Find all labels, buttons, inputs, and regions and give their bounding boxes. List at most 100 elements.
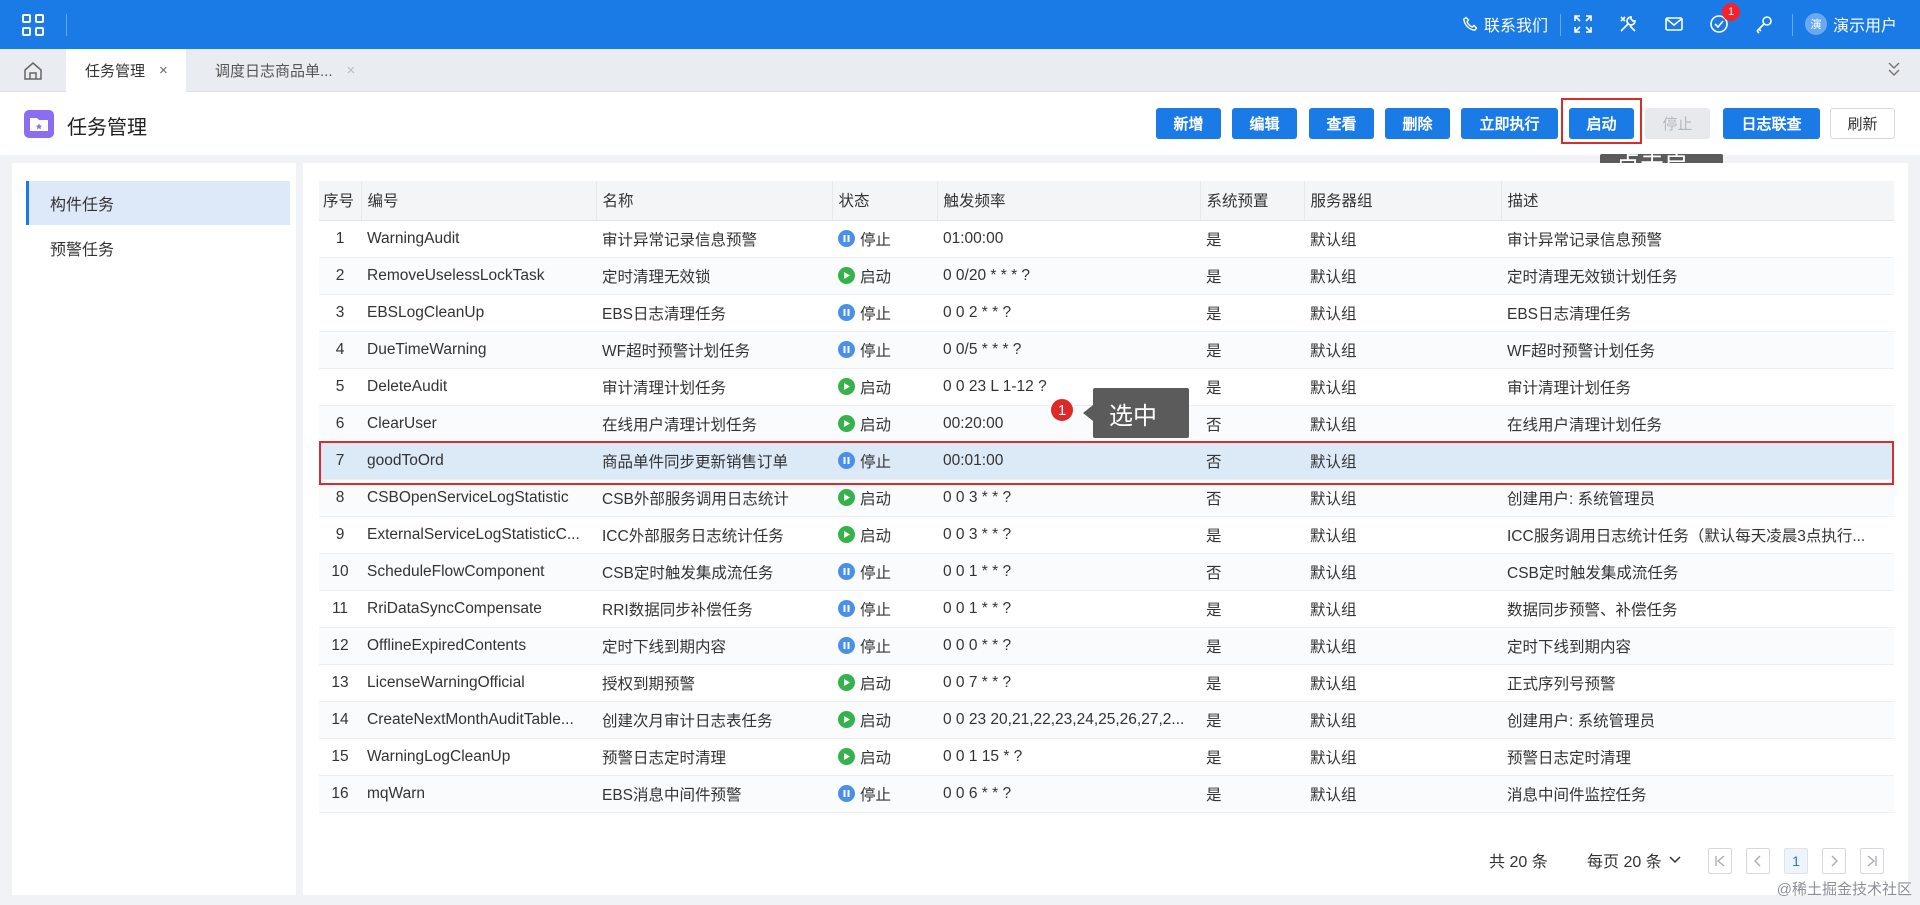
cell-name: 定时下线到期内容 bbox=[596, 627, 832, 665]
cell-code: RriDataSyncCompensate bbox=[361, 590, 596, 628]
user-menu[interactable]: 演 演示用户 bbox=[1805, 12, 1897, 36]
cell-preset: 是 bbox=[1200, 220, 1304, 258]
close-icon[interactable]: × bbox=[347, 62, 356, 79]
view-button[interactable]: 查看 bbox=[1309, 108, 1374, 139]
table-row[interactable]: 16 mqWarn EBS消息中间件预警 停止 0 0 6 * * ? 是默认组 消息中间件… bbox=[319, 775, 1894, 813]
table-row[interactable]: 10 ScheduleFlowComponent CSB定时触发集成流任务 停止 0 0… bbox=[319, 553, 1894, 591]
cell-status: 停止 bbox=[832, 294, 937, 332]
pause-icon bbox=[838, 563, 855, 580]
divider bbox=[1560, 14, 1561, 36]
column-header[interactable]: 服务器组 bbox=[1304, 181, 1502, 221]
top-bar: 联系我们 1 演 演示用户 bbox=[0, 0, 1920, 49]
add-button[interactable]: 新增 bbox=[1156, 108, 1221, 139]
cell-status: 启动 bbox=[832, 405, 937, 443]
log-query-button[interactable]: 日志联查 bbox=[1723, 108, 1820, 139]
table-row[interactable]: 2 RemoveUselessLockTask 定时清理无效锁 启动 0 0/20 * … bbox=[319, 257, 1894, 295]
prev-page-button[interactable] bbox=[1746, 848, 1770, 874]
cell-code: WarningAudit bbox=[361, 220, 596, 258]
cell-status: 启动 bbox=[832, 368, 937, 406]
cell-code: OfflineExpiredContents bbox=[361, 627, 596, 665]
chevron-down-icon bbox=[1669, 856, 1681, 864]
page-size-select[interactable]: 每页 20 条 bbox=[1587, 848, 1682, 872]
refresh-button[interactable]: 刷新 bbox=[1830, 108, 1895, 139]
column-header[interactable]: 触发频率 bbox=[937, 181, 1201, 221]
sidebar-item-component-tasks[interactable]: 构件任务 bbox=[26, 181, 290, 225]
page-number-button[interactable]: 1 bbox=[1784, 848, 1808, 874]
column-header[interactable]: 名称 bbox=[596, 181, 833, 221]
cell-group: 默认组 bbox=[1304, 738, 1501, 776]
cell-code: CreateNextMonthAuditTable... bbox=[361, 701, 596, 739]
key-icon[interactable] bbox=[1753, 13, 1775, 35]
cell-seq: 4 bbox=[319, 331, 361, 369]
cell-status: 启动 bbox=[832, 664, 937, 702]
status-indicator: 启动 bbox=[838, 265, 891, 287]
run-now-button[interactable]: 立即执行 bbox=[1461, 108, 1558, 139]
table-row[interactable]: 1 WarningAudit 审计异常记录信息预警 停止 01:00:00 是默认组 审计异… bbox=[319, 220, 1894, 258]
column-header[interactable]: 系统预置 bbox=[1200, 181, 1305, 221]
phone-icon bbox=[1463, 16, 1478, 31]
status-indicator: 停止 bbox=[838, 598, 891, 620]
column-header[interactable]: 编号 bbox=[361, 181, 597, 221]
cell-seq: 2 bbox=[319, 257, 361, 295]
table-row[interactable]: 14 CreateNextMonthAuditTable... 创建次月审计日志表任… bbox=[319, 701, 1894, 739]
stop-button[interactable]: 停止 bbox=[1645, 108, 1710, 139]
cell-name: CSB外部服务调用日志统计 bbox=[596, 479, 832, 517]
tools-icon[interactable] bbox=[1617, 13, 1639, 35]
next-page-button[interactable] bbox=[1822, 848, 1846, 874]
column-header[interactable]: 描述 bbox=[1501, 181, 1894, 221]
table-row[interactable]: 13 LicenseWarningOfficial 授权到期预警 启动 0 0 7 * … bbox=[319, 664, 1894, 702]
notification-badge: 1 bbox=[1722, 3, 1740, 21]
table-row[interactable]: 15 WarningLogCleanUp 预警日志定时清理 启动 0 0 1 15 * … bbox=[319, 738, 1894, 776]
cell-freq: 0 0 0 * * ? bbox=[937, 627, 1200, 665]
status-indicator: 启动 bbox=[838, 376, 891, 398]
column-header[interactable]: 序号 bbox=[319, 181, 362, 221]
cell-seq: 10 bbox=[319, 553, 361, 591]
tab-label: 任务管理 bbox=[85, 63, 146, 80]
cell-name: 预警日志定时清理 bbox=[596, 738, 832, 776]
cell-seq: 8 bbox=[319, 479, 361, 517]
table-row[interactable]: 12 OfflineExpiredContents 定时下线到期内容 停止 0 0 0 … bbox=[319, 627, 1894, 665]
first-page-icon bbox=[1715, 855, 1725, 867]
cell-desc: 数据同步预警、补偿任务 bbox=[1501, 590, 1894, 628]
delete-button[interactable]: 删除 bbox=[1385, 108, 1450, 139]
first-page-button[interactable] bbox=[1708, 848, 1732, 874]
close-icon[interactable]: × bbox=[159, 62, 168, 79]
cell-freq: 01:00:00 bbox=[937, 220, 1200, 258]
cell-status: 停止 bbox=[832, 220, 937, 258]
cell-desc bbox=[1501, 442, 1894, 480]
cell-preset: 是 bbox=[1200, 294, 1304, 332]
play-icon bbox=[838, 711, 855, 728]
table-row[interactable]: 9 ExternalServiceLogStatisticC... ICC外部服务日… bbox=[319, 516, 1894, 554]
tab-schedule-log[interactable]: 调度日志商品单... × bbox=[196, 49, 396, 92]
table-row[interactable]: 8 CSBOpenServiceLogStatistic CSB外部服务调用日志统计… bbox=[319, 479, 1894, 517]
table-row[interactable]: 3 EBSLogCleanUp EBS日志清理任务 停止 0 0 2 * * ? 是默认组… bbox=[319, 294, 1894, 332]
table-row[interactable]: 11 RriDataSyncCompensate RRI数据同步补偿任务 停止 0 0 … bbox=[319, 590, 1894, 628]
cell-freq: 0 0 7 * * ? bbox=[937, 664, 1200, 702]
play-icon bbox=[838, 748, 855, 765]
cell-group: 默认组 bbox=[1304, 257, 1501, 295]
mail-icon[interactable] bbox=[1663, 13, 1685, 35]
cell-name: 审计清理计划任务 bbox=[596, 368, 832, 406]
table-row[interactable]: 4 DueTimeWarning WF超时预警计划任务 停止 0 0/5 * * * ?… bbox=[319, 331, 1894, 369]
play-icon bbox=[838, 489, 855, 506]
status-label: 启动 bbox=[860, 268, 892, 286]
column-header[interactable]: 状态 bbox=[832, 181, 938, 221]
cell-preset: 否 bbox=[1200, 442, 1304, 480]
cell-preset: 是 bbox=[1200, 701, 1304, 739]
cell-name: 授权到期预警 bbox=[596, 664, 832, 702]
cell-freq: 0 0 1 * * ? bbox=[937, 590, 1200, 628]
fullscreen-icon[interactable] bbox=[1572, 13, 1594, 35]
play-icon bbox=[838, 526, 855, 543]
sidebar-item-label: 预警任务 bbox=[50, 242, 115, 259]
last-page-button[interactable] bbox=[1860, 848, 1884, 874]
edit-button[interactable]: 编辑 bbox=[1232, 108, 1297, 139]
tab-task-management[interactable]: 任务管理 × bbox=[66, 49, 186, 92]
sidebar-item-warning-tasks[interactable]: 预警任务 bbox=[26, 226, 290, 270]
chevron-down-icon[interactable] bbox=[1886, 60, 1902, 83]
status-label: 停止 bbox=[860, 564, 892, 582]
app-grid-icon[interactable] bbox=[22, 14, 44, 36]
table-row[interactable]: 7 goodToOrd 商品单件同步更新销售订单 停止 00:01:00 否默认组 bbox=[319, 442, 1894, 480]
status-indicator: 启动 bbox=[838, 413, 891, 435]
home-icon[interactable] bbox=[22, 60, 44, 82]
contact-us-link[interactable]: 联系我们 bbox=[1462, 13, 1548, 35]
